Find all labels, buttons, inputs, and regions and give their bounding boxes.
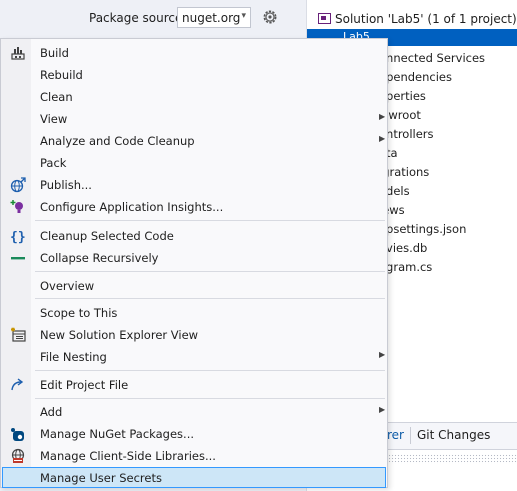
menu-item-label: Edit Project File bbox=[40, 378, 129, 392]
braces-icon: {} bbox=[10, 230, 26, 244]
tree-item[interactable]: ependencies bbox=[379, 70, 452, 84]
menu-item-file-nesting[interactable]: File Nesting ▶ bbox=[2, 346, 386, 367]
menu-item-label: Overview bbox=[40, 279, 95, 293]
menu-item-analyze-code-cleanup[interactable]: Analyze and Code Cleanup ▶ bbox=[2, 130, 386, 151]
solution-root[interactable]: Solution 'Lab5' (1 of 1 project) bbox=[318, 12, 517, 26]
menu-item-add[interactable]: Add ▶ bbox=[2, 401, 386, 422]
nuget-header: Package source: nuget.org ▾ bbox=[0, 0, 306, 40]
edit-arrow-icon bbox=[11, 378, 24, 391]
menu-item-label: Rebuild bbox=[40, 68, 83, 82]
menu-item-label: Configure Application Insights... bbox=[40, 200, 224, 214]
menu-item-label: Manage Client-Side Libraries... bbox=[40, 449, 216, 463]
tab-solution-explorer[interactable]: rer bbox=[387, 428, 404, 442]
menu-item-edit-project-file[interactable]: Edit Project File bbox=[2, 374, 386, 395]
menu-item-manage-client-side-libraries[interactable]: Manage Client-Side Libraries... bbox=[2, 445, 386, 466]
submenu-arrow-icon: ▶ bbox=[379, 350, 386, 359]
menu-item-pack[interactable]: Pack bbox=[2, 152, 386, 173]
menu-item-new-solution-explorer-view[interactable]: New Solution Explorer View bbox=[2, 324, 386, 345]
insights-bulb-icon bbox=[10, 200, 23, 213]
menu-separator bbox=[35, 298, 385, 299]
tree-item[interactable]: onnected Services bbox=[379, 51, 485, 65]
package-source-value: nuget.org bbox=[182, 11, 241, 25]
tab-divider bbox=[410, 427, 411, 444]
build-icon bbox=[11, 47, 25, 60]
menu-item-publish[interactable]: Publish... bbox=[2, 174, 386, 195]
submenu-arrow-icon: ▶ bbox=[379, 112, 386, 121]
new-view-icon bbox=[11, 327, 26, 342]
menu-item-label: Pack bbox=[40, 156, 67, 170]
menu-item-clean[interactable]: Clean bbox=[2, 86, 386, 107]
solution-icon bbox=[318, 13, 331, 24]
menu-item-label: Build bbox=[40, 46, 69, 60]
tree-item[interactable]: opsettings.json bbox=[379, 222, 466, 236]
svg-text:{}: {} bbox=[10, 230, 26, 244]
menu-separator bbox=[35, 370, 385, 371]
collapse-icon bbox=[11, 257, 25, 260]
menu-item-label: Manage User Secrets bbox=[40, 471, 162, 485]
nuget-icon bbox=[11, 428, 24, 441]
package-source-dropdown[interactable]: nuget.org ▾ bbox=[177, 7, 251, 28]
menu-separator bbox=[35, 398, 385, 399]
menu-item-label: Clean bbox=[40, 90, 73, 104]
tab-git-changes[interactable]: Git Changes bbox=[417, 428, 490, 442]
libraries-icon bbox=[11, 448, 25, 463]
menu-item-build[interactable]: Build bbox=[2, 42, 386, 63]
submenu-arrow-icon: ▶ bbox=[379, 134, 386, 143]
menu-item-overview[interactable]: Overview bbox=[2, 275, 386, 296]
menu-item-scope-to-this[interactable]: Scope to This bbox=[2, 302, 386, 323]
menu-item-rebuild[interactable]: Rebuild bbox=[2, 64, 386, 85]
publish-globe-icon bbox=[10, 177, 26, 193]
solution-root-label: Solution 'Lab5' (1 of 1 project) bbox=[335, 12, 517, 26]
chevron-down-icon: ▾ bbox=[241, 11, 246, 21]
menu-separator bbox=[35, 220, 385, 221]
menu-item-label: Cleanup Selected Code bbox=[40, 229, 174, 243]
context-menu: Build Rebuild Clean View ▶ Analyze and C… bbox=[0, 38, 388, 488]
gear-icon[interactable] bbox=[261, 8, 279, 26]
menu-item-collapse-recursively[interactable]: Collapse Recursively bbox=[2, 247, 386, 268]
menu-item-label: Publish... bbox=[40, 178, 92, 192]
menu-item-label: New Solution Explorer View bbox=[40, 328, 199, 342]
submenu-arrow-icon: ▶ bbox=[379, 405, 386, 414]
menu-item-label: Add bbox=[40, 405, 63, 419]
menu-item-label: Analyze and Code Cleanup bbox=[40, 134, 195, 148]
package-source-label: Package source: bbox=[89, 11, 187, 25]
menu-item-label: Manage NuGet Packages... bbox=[40, 427, 195, 441]
menu-separator bbox=[35, 271, 385, 272]
menu-item-cleanup-selected-code[interactable]: {} Cleanup Selected Code bbox=[2, 225, 386, 246]
menu-item-label: View bbox=[40, 112, 68, 126]
menu-item-configure-insights[interactable]: Configure Application Insights... bbox=[2, 196, 386, 217]
menu-item-label: Scope to This bbox=[40, 306, 118, 320]
menu-item-manage-nuget-packages[interactable]: Manage NuGet Packages... bbox=[2, 423, 386, 444]
menu-item-manage-user-secrets[interactable]: Manage User Secrets bbox=[2, 467, 386, 488]
menu-item-view[interactable]: View ▶ bbox=[2, 108, 386, 129]
menu-item-label: File Nesting bbox=[40, 350, 107, 364]
menu-item-label: Collapse Recursively bbox=[40, 251, 159, 265]
